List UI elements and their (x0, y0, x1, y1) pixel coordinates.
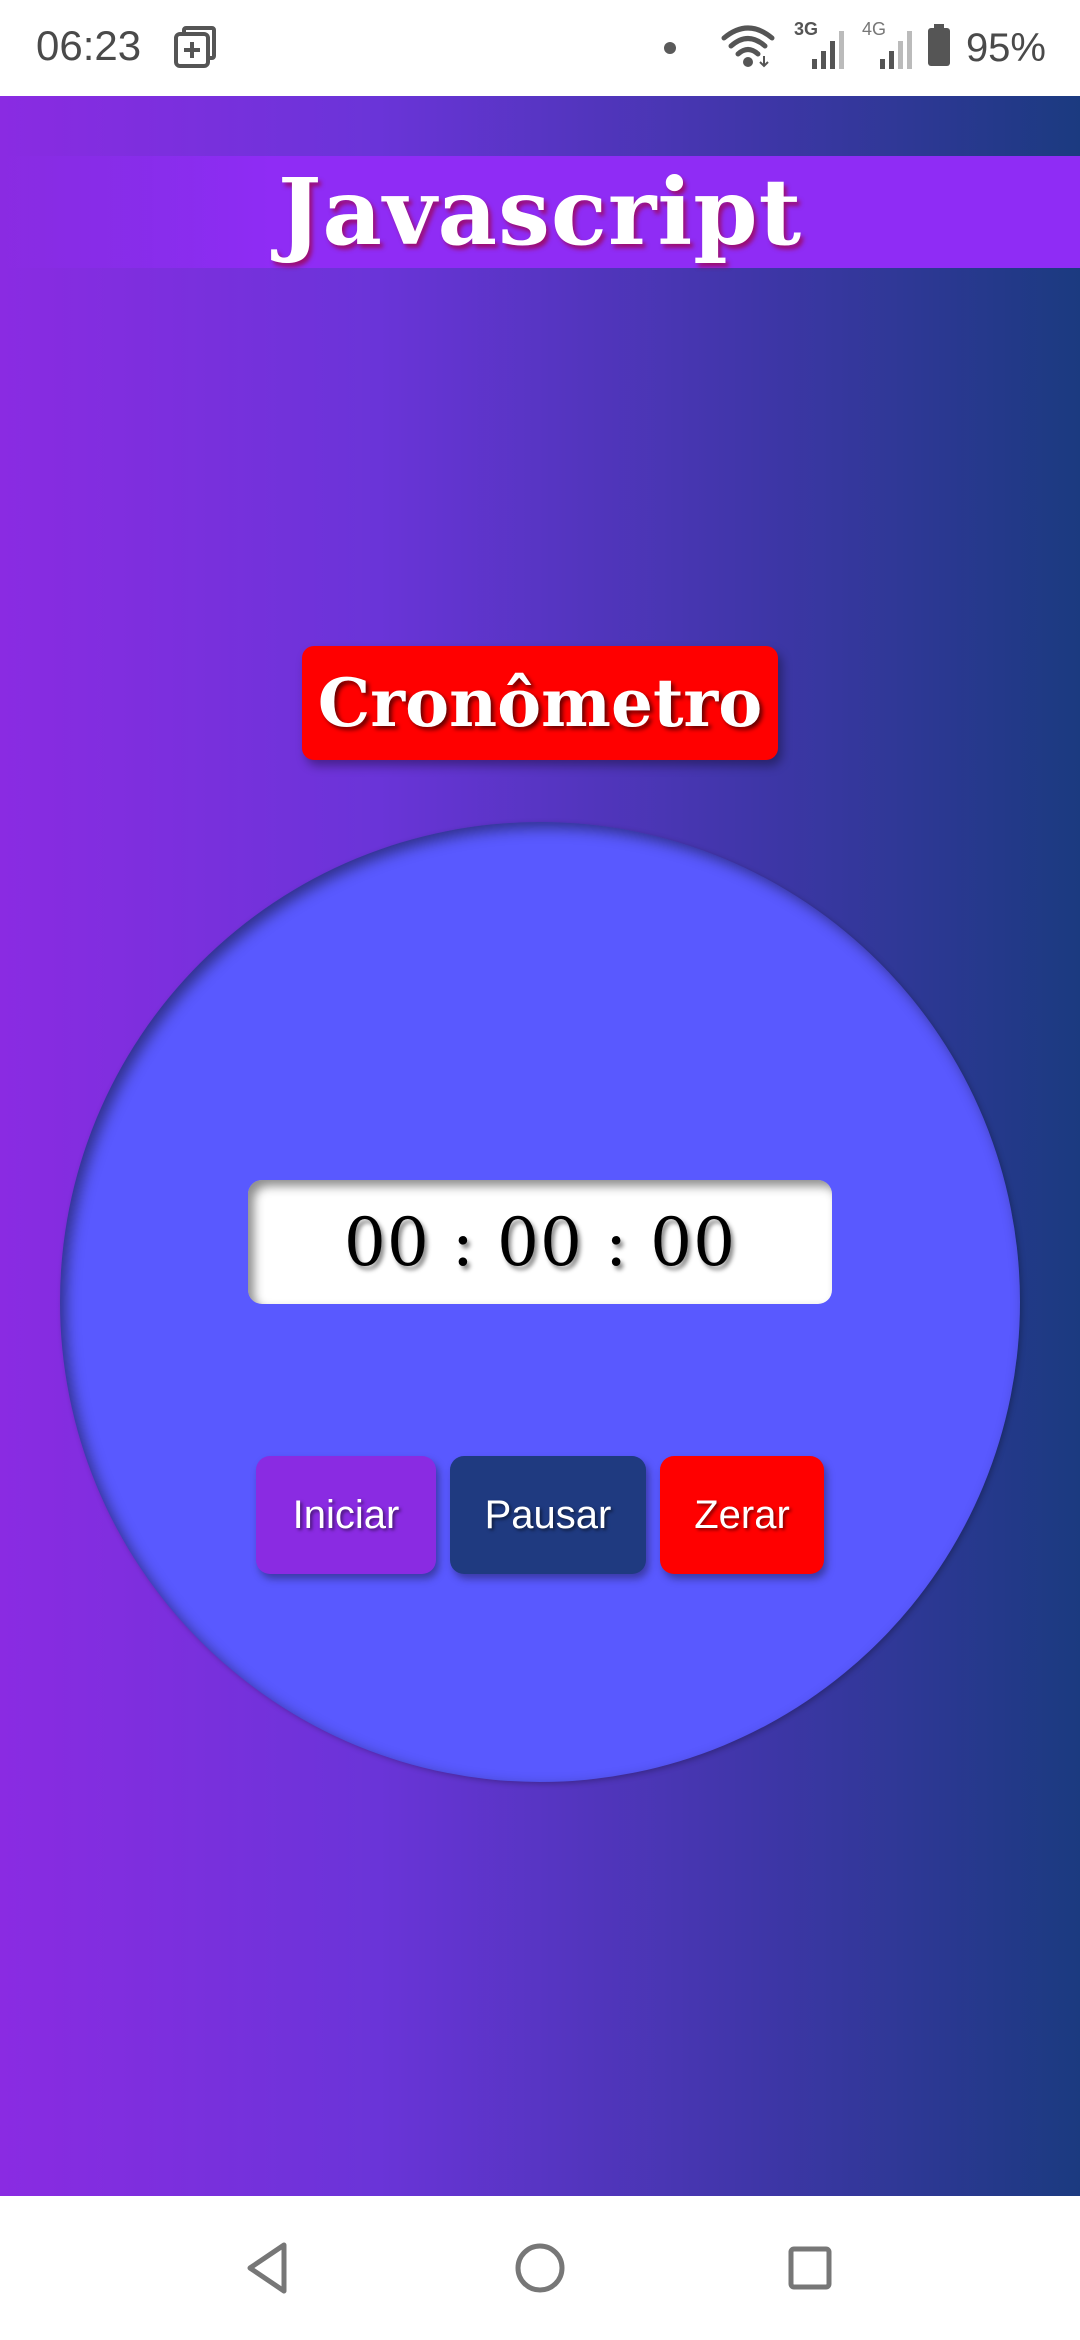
battery-percent: 95% (965, 25, 1046, 70)
page-title: Javascript (277, 158, 803, 266)
dot-icon (663, 42, 676, 54)
stopwatch-title: Cronômetro (317, 664, 763, 742)
app-content: Javascript Cronômetro 00 : 00 : 00 Inici… (0, 96, 1080, 2196)
wifi-icon (720, 22, 776, 75)
battery-icon (926, 23, 952, 73)
signal-3g-icon: 3G (790, 19, 844, 73)
phone-screen: 06:23 3G 4G 95% Javascript Cronômetro 00… (0, 0, 1080, 2340)
start-button[interactable]: Iniciar (256, 1456, 436, 1574)
status-bar: 06:23 3G 4G 95% (0, 0, 1080, 96)
time-display: 00 : 00 : 00 (248, 1180, 832, 1304)
signal-4g-icon: 4G (858, 19, 912, 73)
app-notification-icon (172, 24, 220, 72)
reset-button[interactable]: Zerar (660, 1456, 824, 1574)
time-display-value: 00 : 00 : 00 (343, 1203, 737, 1281)
status-indicators: 3G 4G 95% (663, 18, 1046, 78)
navigation-bar (0, 2196, 1080, 2340)
header-band: Javascript (0, 156, 1080, 268)
home-icon[interactable] (504, 2232, 576, 2304)
status-time: 06:23 (36, 22, 142, 69)
back-icon[interactable] (232, 2232, 304, 2304)
stopwatch-title-badge: Cronômetro (302, 646, 778, 760)
pause-button[interactable]: Pausar (450, 1456, 646, 1574)
recent-apps-icon[interactable] (774, 2232, 846, 2304)
